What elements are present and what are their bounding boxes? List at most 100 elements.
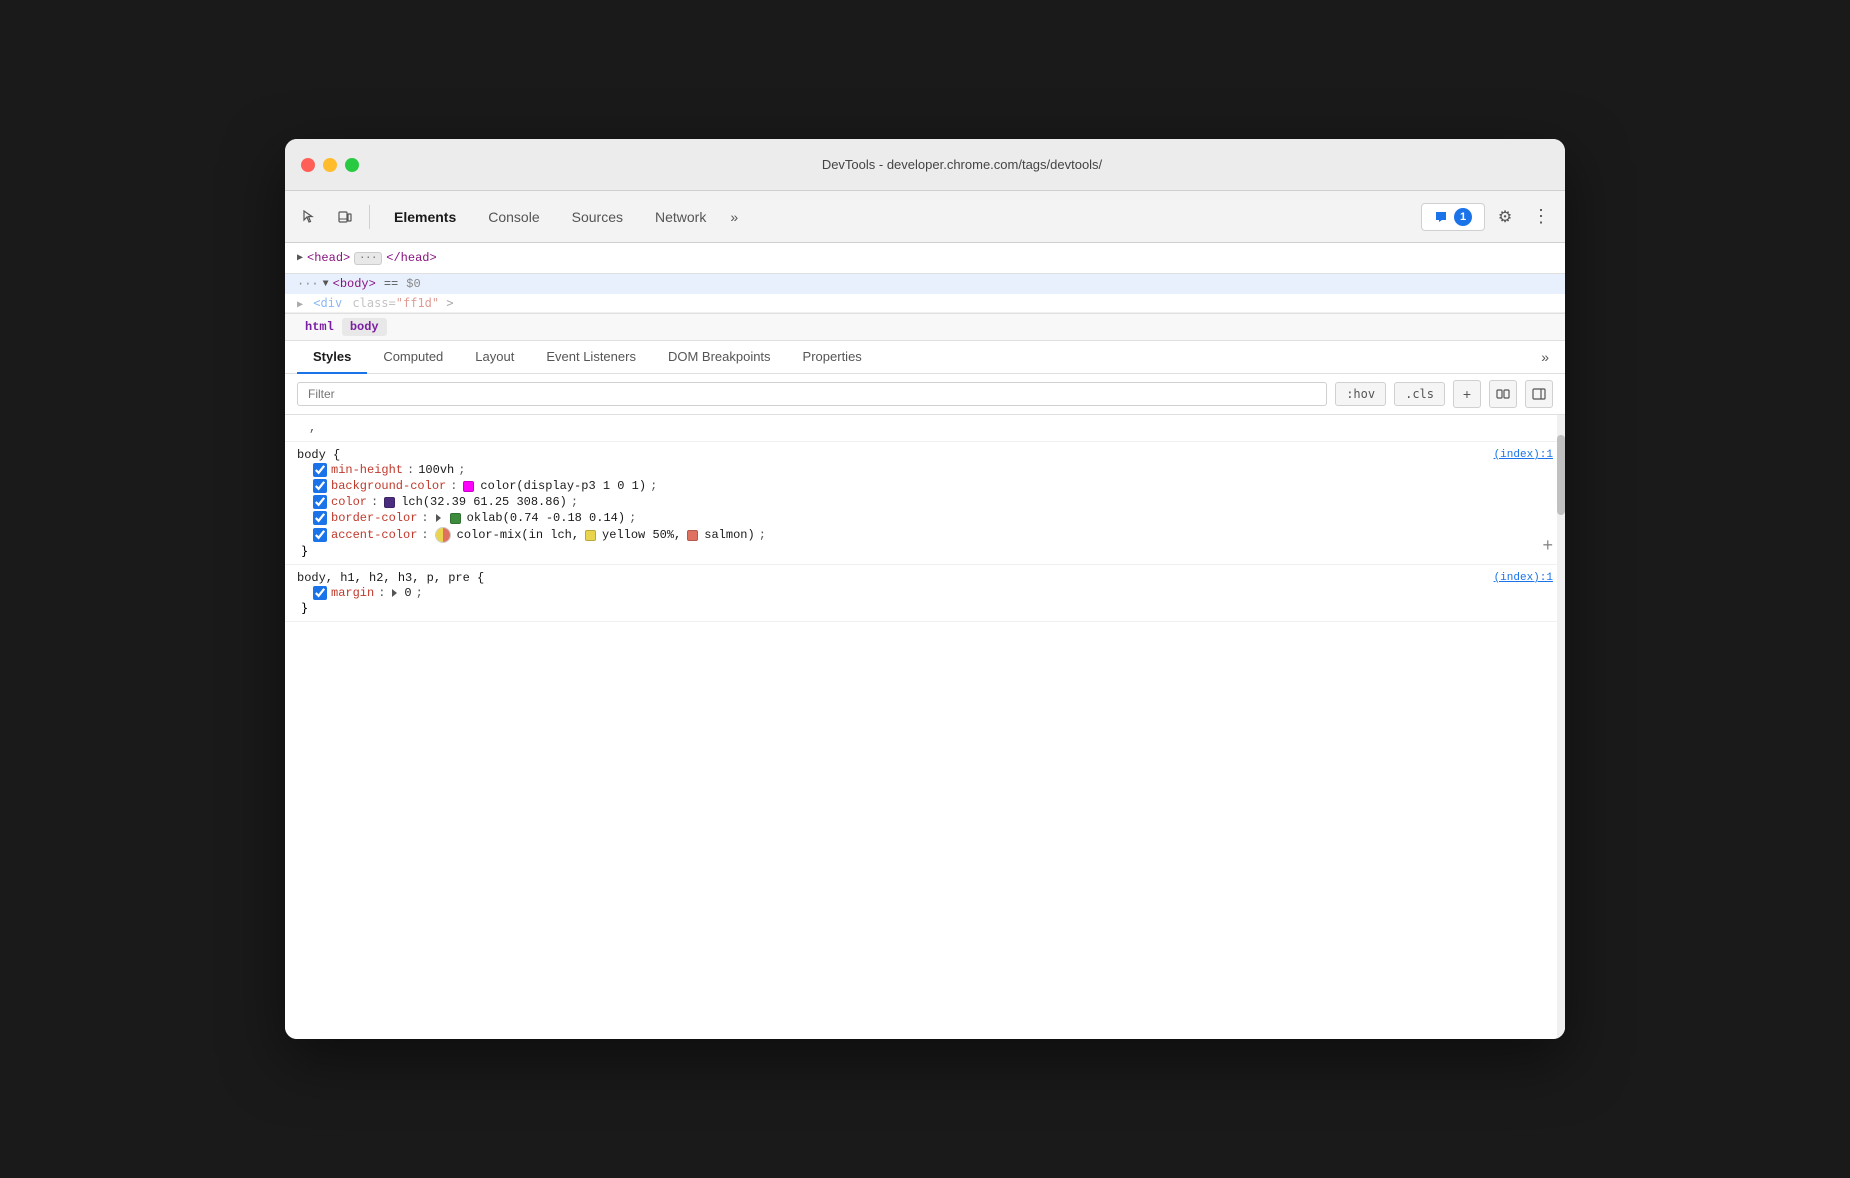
cls-button[interactable]: .cls [1394,382,1445,406]
add-icon: + [1463,386,1471,402]
yellow-swatch[interactable] [585,530,596,541]
rule-close-brace: } [297,544,1553,558]
sidebar-toggle-button[interactable] [1525,380,1553,408]
breadcrumb-body[interactable]: body [342,318,387,336]
css-rules-panel: , body { (index):1 min-height : 100vh ; … [285,415,1565,1039]
property-min-height: min-height : 100vh ; [297,462,1553,478]
css-tabs: Styles Computed Layout Event Listeners D… [285,341,1565,374]
breadcrumb: html body [285,313,1565,341]
color-swatch[interactable] [384,497,395,508]
tab-sources[interactable]: Sources [556,203,639,231]
tab-event-listeners[interactable]: Event Listeners [530,341,652,374]
border-color-checkbox[interactable] [313,511,327,525]
prop-value-min-height[interactable]: 100vh [418,463,454,477]
filter-bar: :hov .cls + [285,374,1565,415]
accent-color-swatch[interactable] [435,527,451,543]
prop-value-color[interactable]: lch(32.39 61.25 308.86) [401,495,567,509]
body-dots: ··· [297,277,319,291]
body-equals: == [380,277,402,291]
tab-styles[interactable]: Styles [297,341,367,374]
property-accent-color: accent-color : color-mix(in lch, yellow … [297,526,1553,544]
prop-name-color: color [331,495,367,509]
prop-value-accent-color-3[interactable]: salmon) [704,528,754,542]
toggle-element-state-button[interactable] [1489,380,1517,408]
tab-layout[interactable]: Layout [459,341,530,374]
margin-arrow[interactable] [392,589,397,597]
selected-element-row[interactable]: ··· ▼ <body> == $0 [285,274,1565,294]
more-icon: ⋮ [1532,206,1550,227]
head-ellipsis[interactable]: ··· [354,252,382,265]
prop-value-background-color[interactable]: color(display-p3 1 0 1) [480,479,646,493]
prop-value-accent-color-2[interactable]: yellow 50%, [602,528,681,542]
css-rule-body: body { (index):1 min-height : 100vh ; ba… [285,442,1565,565]
more-css-tabs-button[interactable]: » [1537,341,1553,373]
settings-button[interactable]: ⚙ [1489,201,1521,233]
background-color-swatch[interactable] [463,481,474,492]
breadcrumb-html[interactable]: html [297,318,342,336]
inspect-element-button[interactable] [293,201,325,233]
tab-elements[interactable]: Elements [378,203,472,231]
close-button[interactable] [301,158,315,172]
property-margin: margin : 0 ; [297,585,1553,601]
add-style-rule-button[interactable]: + [1453,380,1481,408]
rule-selector-line-2: body, h1, h2, h3, p, pre { (index):1 [297,571,1553,585]
salmon-swatch[interactable] [687,530,698,541]
body-dollar: $0 [406,277,420,291]
body-arrow: ▼ [323,279,329,290]
rule-selector-2: body, h1, h2, h3, p, pre { [297,571,484,585]
feedback-button[interactable]: 1 [1421,203,1485,231]
feedback-count: 1 [1454,208,1472,226]
scrollbar-track [1557,415,1565,1039]
tab-network[interactable]: Network [639,203,722,231]
tab-console[interactable]: Console [472,203,555,231]
more-tabs-button[interactable]: » [722,203,746,231]
device-toolbar-button[interactable] [329,201,361,233]
border-color-arrow[interactable] [436,514,441,522]
add-style-button[interactable]: + [1542,535,1553,556]
rule-selector-line: body { (index):1 [297,448,1553,462]
min-height-checkbox[interactable] [313,463,327,477]
hov-button[interactable]: :hov [1335,382,1386,406]
prop-name-min-height: min-height [331,463,403,477]
property-background-color: background-color : color(display-p3 1 0 … [297,478,1553,494]
prop-value-accent-color-1[interactable]: color-mix(in lch, [457,528,579,542]
devtools-toolbar: Elements Console Sources Network » 1 ⚙ ⋮ [285,191,1565,243]
html-tree: ▶ <head> ··· </head> [285,243,1565,274]
prop-value-border-color[interactable]: oklab(0.74 -0.18 0.14) [467,511,625,525]
margin-checkbox[interactable] [313,586,327,600]
maximize-button[interactable] [345,158,359,172]
rule-close-brace-2: } [297,601,1553,615]
accent-color-checkbox[interactable] [313,528,327,542]
prop-value-margin[interactable]: 0 [404,586,411,600]
prop-name-margin: margin [331,586,374,600]
border-color-swatch[interactable] [450,513,461,524]
title-bar: DevTools - developer.chrome.com/tags/dev… [285,139,1565,191]
scrollbar-thumb[interactable] [1557,435,1565,515]
comma-line: , [285,415,1565,442]
partial-element-row: ▶ <div class="ff1d" > [285,294,1565,313]
tab-computed[interactable]: Computed [367,341,459,374]
property-border-color: border-color : oklab(0.74 -0.18 0.14) ; [297,510,1553,526]
filter-input[interactable] [297,382,1327,406]
background-color-checkbox[interactable] [313,479,327,493]
prop-name-background-color: background-color [331,479,446,493]
rule-source-2[interactable]: (index):1 [1494,572,1553,584]
minimize-button[interactable] [323,158,337,172]
devtools-window: DevTools - developer.chrome.com/tags/dev… [285,139,1565,1039]
main-tabs: Elements Console Sources Network » [378,203,1417,231]
property-color: color : lch(32.39 61.25 308.86) ; [297,494,1553,510]
tab-dom-breakpoints[interactable]: DOM Breakpoints [652,341,787,374]
settings-icon: ⚙ [1498,207,1512,227]
tab-properties[interactable]: Properties [787,341,878,374]
color-checkbox[interactable] [313,495,327,509]
separator [369,205,370,229]
head-row[interactable]: ▶ <head> ··· </head> [297,249,1553,267]
rule-source[interactable]: (index):1 [1494,449,1553,461]
prop-name-accent-color: accent-color [331,528,417,542]
body-tag: <body> [333,277,376,291]
more-options-button[interactable]: ⋮ [1525,201,1557,233]
rule-selector: body { [297,448,340,462]
window-title: DevTools - developer.chrome.com/tags/dev… [375,157,1549,172]
prop-name-border-color: border-color [331,511,417,525]
css-rule-body-headings: body, h1, h2, h3, p, pre { (index):1 mar… [285,565,1565,622]
